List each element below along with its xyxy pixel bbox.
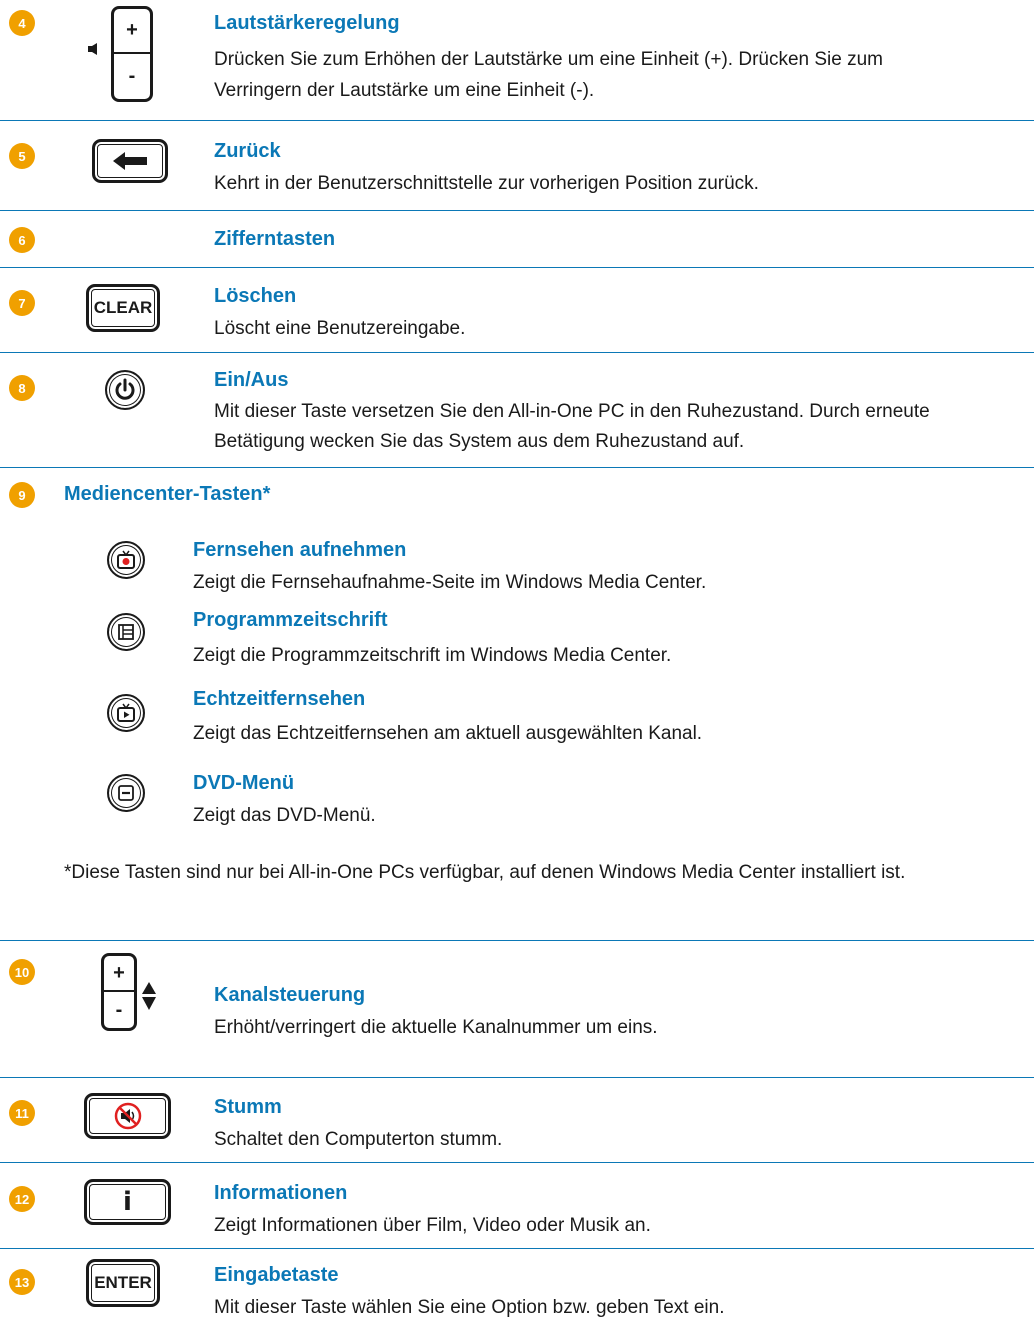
item-number-badge: 11 (9, 1100, 35, 1126)
footnote: *Diese Tasten sind nur bei All-in-One PC… (64, 862, 906, 883)
entry-desc-line: Mit dieser Taste wählen Sie eine Option … (214, 1297, 725, 1318)
item-number-badge: 13 (9, 1269, 35, 1295)
channel-rocker-icon: + - (101, 953, 137, 1031)
divider (0, 120, 1034, 121)
mute-icon (84, 1093, 171, 1139)
entry-desc-line: Drücken Sie zum Erhöhen der Lautstärke u… (214, 49, 884, 70)
volume-up-label: + (114, 9, 150, 54)
item-number-badge: 6 (9, 227, 35, 253)
divider (0, 352, 1034, 353)
divider (0, 267, 1034, 268)
entry-title: Zurück (214, 140, 281, 162)
item-number-badge: 9 (9, 482, 35, 508)
dvd-menu-icon (107, 774, 145, 812)
back-arrow-icon (92, 139, 168, 183)
clear-button-label: CLEAR (93, 298, 153, 317)
live-tv-glyph-icon (117, 703, 135, 722)
entry-desc-line: Schaltet den Computerton stumm. (214, 1129, 503, 1150)
entry-title: Zifferntasten (214, 228, 336, 250)
divider (0, 210, 1034, 211)
tv-record-glyph-icon (117, 550, 135, 569)
media-item-desc: Zeigt das DVD-Menü. (193, 805, 376, 826)
media-item-title: Programmzeitschrift (193, 609, 388, 631)
guide-icon (107, 613, 145, 651)
volume-rocker-icon: + - (111, 6, 153, 102)
media-item-title: Fernsehen aufnehmen (193, 539, 407, 561)
item-number-badge: 8 (9, 375, 35, 401)
channel-down-label: - (115, 998, 123, 1021)
entry-desc-line: Kehrt in der Benutzerschnittstelle zur v… (214, 173, 759, 194)
entry-desc-line: Zeigt Informationen über Film, Video ode… (214, 1215, 651, 1236)
divider (0, 940, 1034, 941)
divider (0, 1162, 1034, 1163)
arrow-left-icon (113, 152, 147, 170)
entry-desc-line: Mit dieser Taste versetzen Sie den All-i… (214, 401, 930, 422)
entry-desc-line: Löscht eine Benutzereingabe. (214, 318, 466, 339)
guide-glyph-icon (118, 624, 134, 640)
live-tv-icon (107, 694, 145, 732)
media-item-desc: Zeigt die Programmzeitschrift im Windows… (193, 645, 672, 666)
entry-title: Ein/Aus (214, 369, 289, 391)
entry-title: Stumm (214, 1096, 282, 1118)
info-icon: i (84, 1179, 171, 1225)
entry-desc-line: Erhöht/verringert die aktuelle Kanalnumm… (214, 1017, 658, 1038)
section-heading: Mediencenter-Tasten* (64, 483, 271, 505)
entry-desc-line: Verringern der Lautstärke um eine Einhei… (214, 80, 595, 101)
up-down-arrows-icon (142, 982, 156, 1010)
entry-title: Eingabetaste (214, 1264, 339, 1286)
info-button-label: i (123, 1187, 132, 1217)
muted-speaker-icon (114, 1102, 141, 1130)
record-tv-icon (107, 541, 145, 579)
entry-title: Kanalsteuerung (214, 984, 366, 1006)
entry-title: Lautstärkeregelung (214, 12, 400, 34)
speaker-icon (88, 43, 97, 55)
divider (0, 1248, 1034, 1249)
channel-up-label: + (104, 956, 134, 992)
item-number-badge: 4 (9, 10, 35, 36)
item-number-badge: 5 (9, 143, 35, 169)
entry-desc-line: Betätigung wecken Sie das System aus dem… (214, 431, 745, 452)
item-number-badge: 10 (9, 959, 35, 985)
power-symbol-icon (115, 378, 135, 400)
enter-button-label: ENTER (94, 1273, 152, 1292)
item-number-badge: 7 (9, 290, 35, 316)
media-item-desc: Zeigt das Echtzeitfernsehen am aktuell a… (193, 723, 703, 744)
volume-down-label: - (128, 65, 136, 87)
divider (0, 467, 1034, 468)
dvd-menu-glyph-icon (118, 785, 134, 801)
clear-button-icon: CLEAR (86, 284, 160, 332)
entry-title: Löschen (214, 285, 297, 307)
item-number-badge: 12 (9, 1186, 35, 1212)
media-item-desc: Zeigt die Fernsehaufnahme-Seite im Windo… (193, 572, 707, 593)
media-item-title: DVD-Menü (193, 772, 295, 794)
media-item-title: Echtzeitfernsehen (193, 688, 366, 710)
entry-title: Informationen (214, 1182, 348, 1204)
power-icon (105, 370, 145, 410)
divider (0, 1077, 1034, 1078)
enter-button-icon: ENTER (86, 1259, 160, 1307)
